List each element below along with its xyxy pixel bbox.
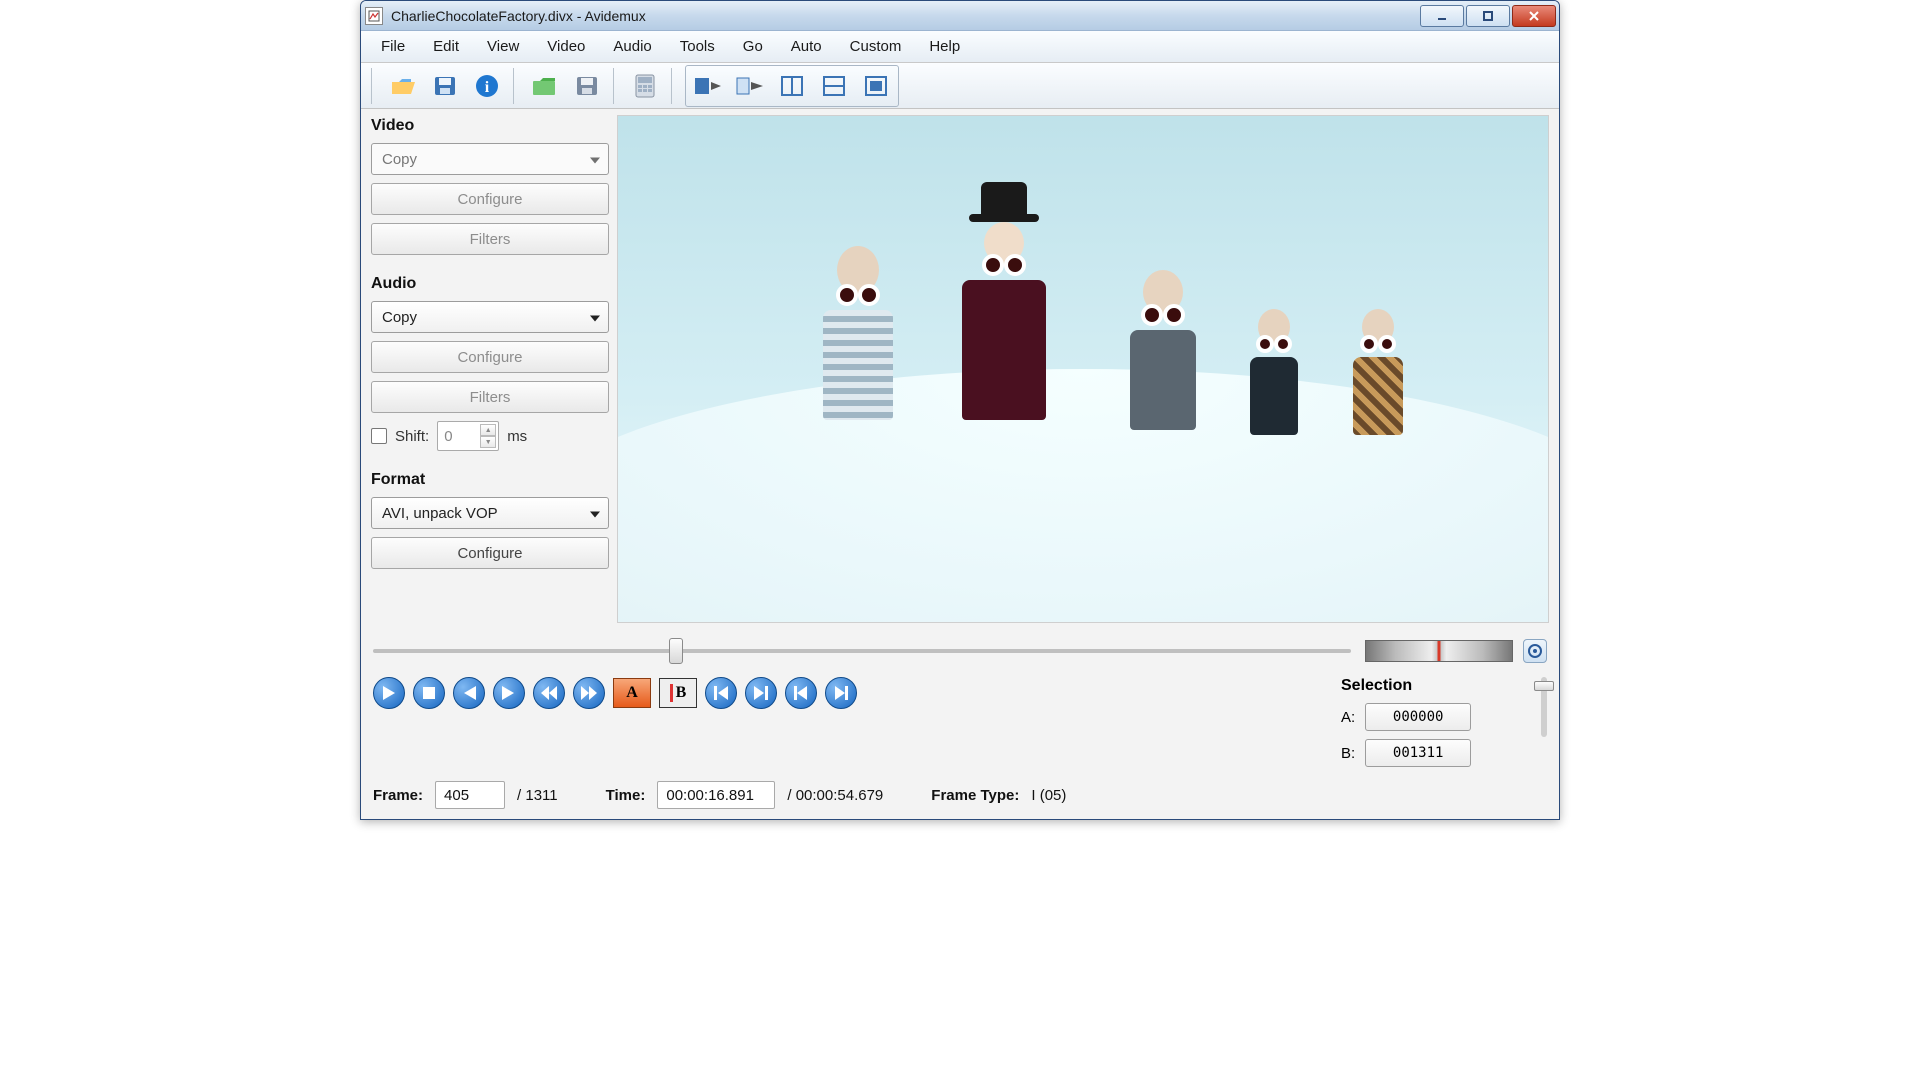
shift-spinner[interactable]: ▲▼: [480, 424, 496, 448]
minimize-button[interactable]: [1420, 5, 1464, 27]
shift-unit: ms: [507, 428, 527, 445]
format-section-label: Format: [371, 471, 609, 489]
video-configure-button[interactable]: Configure: [371, 183, 609, 215]
shift-value: 0: [444, 428, 452, 445]
volume-slider[interactable]: [1541, 677, 1547, 737]
selection-a-value[interactable]: 000000: [1365, 703, 1471, 731]
frametype-label: Frame Type:: [931, 787, 1019, 804]
playback-controls: A B: [373, 677, 857, 709]
selection-label: Selection: [1341, 677, 1511, 695]
menu-custom[interactable]: Custom: [838, 34, 914, 59]
video-codec-select[interactable]: Copy: [371, 143, 609, 175]
export-selection-icon[interactable]: [730, 68, 770, 104]
timeline-thumb[interactable]: [669, 638, 683, 664]
play-button[interactable]: [373, 677, 405, 709]
format-configure-button[interactable]: Configure: [371, 537, 609, 569]
prev-keyframe-button[interactable]: [533, 677, 565, 709]
save-alt-icon[interactable]: [567, 68, 607, 104]
append-icon[interactable]: [688, 68, 728, 104]
menu-audio[interactable]: Audio: [601, 34, 663, 59]
jog-wheel[interactable]: [1365, 640, 1513, 662]
audio-section-label: Audio: [371, 275, 609, 293]
close-button[interactable]: [1512, 5, 1556, 27]
shift-checkbox[interactable]: [371, 428, 387, 444]
open-icon[interactable]: [383, 68, 423, 104]
menu-auto[interactable]: Auto: [779, 34, 834, 59]
svg-text:i: i: [485, 79, 490, 96]
toolbar: i: [361, 63, 1559, 109]
timeline-slider[interactable]: [373, 646, 1351, 656]
audio-codec-select[interactable]: Copy: [371, 301, 609, 333]
maximize-button[interactable]: [1466, 5, 1510, 27]
menu-file[interactable]: File: [369, 34, 417, 59]
menu-view[interactable]: View: [475, 34, 531, 59]
frame-total: / 1311: [517, 787, 558, 804]
frame-label: Frame:: [373, 787, 423, 804]
video-preview: [617, 115, 1549, 623]
chevron-down-icon: [590, 151, 600, 168]
next-frame-button[interactable]: [493, 677, 525, 709]
window-title: CharlieChocolateFactory.divx - Avidemux: [391, 8, 1418, 24]
goto-end-button[interactable]: [825, 677, 857, 709]
save-icon[interactable]: [425, 68, 465, 104]
time-label: Time:: [606, 787, 646, 804]
frame-input[interactable]: 405: [435, 781, 505, 809]
app-window: CharlieChocolateFactory.divx - Avidemux …: [360, 0, 1560, 820]
audio-filters-button[interactable]: Filters: [371, 381, 609, 413]
frametype-value: I (05): [1031, 787, 1066, 804]
menu-video[interactable]: Video: [535, 34, 597, 59]
time-input[interactable]: 00:00:16.891: [657, 781, 775, 809]
next-keyframe-button[interactable]: [573, 677, 605, 709]
menu-tools[interactable]: Tools: [668, 34, 727, 59]
goto-marker-a-button[interactable]: [705, 677, 737, 709]
video-filters-button[interactable]: Filters: [371, 223, 609, 255]
volume-thumb[interactable]: [1534, 681, 1554, 691]
sidebar: Video Copy Configure Filters Audio Copy …: [371, 115, 609, 623]
menu-go[interactable]: Go: [731, 34, 775, 59]
selection-panel: Selection A: 000000 B: 001311: [1341, 677, 1511, 767]
prev-frame-button[interactable]: [453, 677, 485, 709]
audio-configure-button[interactable]: Configure: [371, 341, 609, 373]
time-total: / 00:00:54.679: [787, 787, 883, 804]
menu-edit[interactable]: Edit: [421, 34, 471, 59]
audio-codec-value: Copy: [382, 309, 417, 326]
crop-icon[interactable]: [772, 68, 812, 104]
app-icon: [365, 7, 383, 25]
selection-b-label: B:: [1341, 745, 1355, 762]
info-icon[interactable]: i: [467, 68, 507, 104]
volume-icon[interactable]: [1523, 639, 1547, 663]
open-folder-icon[interactable]: [525, 68, 565, 104]
menubar: File Edit View Video Audio Tools Go Auto…: [361, 31, 1559, 63]
chevron-down-icon: [590, 505, 600, 522]
status-bar: Frame: 405 / 1311 Time: 00:00:16.891 / 0…: [373, 767, 1547, 809]
video-codec-value: Copy: [382, 151, 417, 168]
resize-icon[interactable]: [856, 68, 896, 104]
selection-b-value[interactable]: 001311: [1365, 739, 1471, 767]
chevron-down-icon: [590, 309, 600, 326]
goto-start-button[interactable]: [785, 677, 817, 709]
titlebar: CharlieChocolateFactory.divx - Avidemux: [361, 1, 1559, 31]
video-section-label: Video: [371, 117, 609, 135]
goto-marker-b-button[interactable]: [745, 677, 777, 709]
calculator-icon[interactable]: [625, 68, 665, 104]
letterbox-icon[interactable]: [814, 68, 854, 104]
selection-a-label: A:: [1341, 709, 1355, 726]
stop-button[interactable]: [413, 677, 445, 709]
set-marker-b-button[interactable]: B: [659, 678, 697, 708]
set-marker-a-button[interactable]: A: [613, 678, 651, 708]
shift-label: Shift:: [395, 428, 429, 445]
shift-input[interactable]: 0 ▲▼: [437, 421, 499, 451]
format-value: AVI, unpack VOP: [382, 505, 498, 522]
menu-help[interactable]: Help: [917, 34, 972, 59]
format-select[interactable]: AVI, unpack VOP: [371, 497, 609, 529]
